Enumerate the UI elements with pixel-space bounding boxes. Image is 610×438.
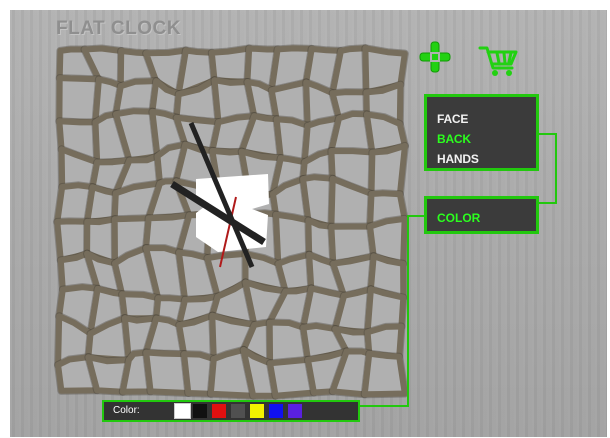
shopping-cart-icon <box>478 46 518 76</box>
color-swatch[interactable] <box>231 404 245 418</box>
add-button[interactable] <box>418 40 452 74</box>
lattice-cell <box>329 45 370 97</box>
menu-item-back[interactable]: BACK <box>437 129 536 149</box>
app-stage: FLAT CLOCK FACE BACK HANDS COLOR Color: <box>10 10 607 437</box>
lattice-cell <box>368 142 408 198</box>
color-swatch[interactable] <box>212 404 226 418</box>
color-swatch[interactable] <box>269 404 283 418</box>
menu-item-face[interactable]: FACE <box>437 109 536 129</box>
color-button-label: COLOR <box>437 211 481 225</box>
menu-item-hands[interactable]: HANDS <box>437 149 536 169</box>
color-label: Color: <box>113 405 140 416</box>
color-swatch[interactable] <box>250 404 264 418</box>
lattice-cell <box>361 350 408 398</box>
part-menu: FACE BACK HANDS <box>424 94 539 171</box>
color-swatch[interactable] <box>288 404 302 418</box>
voronoi-clock-face <box>53 44 409 400</box>
color-swatch[interactable] <box>193 404 207 418</box>
color-palette-bar: Color: <box>102 400 360 422</box>
clock-preview <box>46 37 416 407</box>
color-swatch[interactable] <box>174 403 191 419</box>
cart-button[interactable] <box>478 44 520 78</box>
color-button[interactable]: COLOR <box>424 196 539 234</box>
plus-cross-icon <box>419 41 451 73</box>
